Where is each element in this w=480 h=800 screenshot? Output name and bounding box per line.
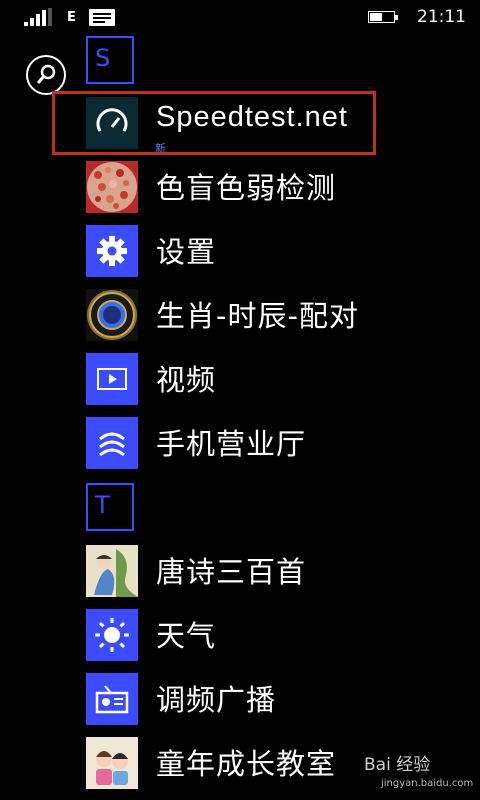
status-bar: E 21:11 bbox=[0, 0, 480, 34]
color-plate-icon bbox=[87, 162, 137, 212]
app-name: 色盲色弱检测 bbox=[156, 171, 337, 205]
radio-icon bbox=[95, 685, 129, 714]
app-item-video[interactable]: 视频 bbox=[86, 353, 466, 405]
kids-icon bbox=[86, 737, 138, 789]
app-tile bbox=[86, 225, 138, 277]
poetry-painting-icon bbox=[86, 545, 138, 597]
app-name: 手机营业厅 bbox=[156, 427, 307, 461]
app-name: 天气 bbox=[156, 619, 217, 653]
section-header-t[interactable]: T bbox=[86, 483, 134, 531]
watermark-url: jingyan.baidu.com bbox=[381, 778, 474, 789]
app-tile bbox=[86, 609, 138, 661]
app-name: 生肖-时辰-配对 bbox=[156, 299, 359, 333]
app-tile bbox=[86, 737, 138, 789]
app-item-settings[interactable]: 设置 bbox=[86, 225, 466, 277]
app-item-zodiac[interactable]: 生肖-时辰-配对 bbox=[86, 289, 466, 341]
app-tile bbox=[86, 161, 138, 213]
highlight-box bbox=[52, 91, 376, 155]
app-item-tang-poems[interactable]: 唐诗三百首 bbox=[86, 545, 466, 597]
app-tile bbox=[86, 353, 138, 405]
app-item-weather[interactable]: 天气 bbox=[86, 609, 466, 661]
app-tile bbox=[86, 417, 138, 469]
section-letter: S bbox=[95, 44, 111, 72]
app-name: 唐诗三百首 bbox=[156, 555, 307, 589]
section-header-s[interactable]: S bbox=[86, 36, 134, 84]
clock: 21:11 bbox=[417, 7, 466, 27]
app-name: 童年成长教室 bbox=[156, 747, 337, 781]
search-icon bbox=[36, 64, 56, 84]
search-button[interactable] bbox=[26, 55, 66, 95]
app-name: 设置 bbox=[156, 235, 217, 269]
watermark: Bai 经验 bbox=[364, 755, 431, 775]
app-name: 调频广播 bbox=[156, 683, 277, 717]
app-item-color-blind-test[interactable]: 色盲色弱检测 bbox=[86, 161, 466, 213]
app-tile bbox=[86, 673, 138, 725]
signal-strength-icon bbox=[24, 8, 52, 26]
app-tile bbox=[86, 545, 138, 597]
app-item-fm-radio[interactable]: 调频广播 bbox=[86, 673, 466, 725]
network-type: E bbox=[67, 10, 76, 25]
section-letter: T bbox=[95, 491, 110, 519]
app-name: 视频 bbox=[156, 363, 217, 397]
app-item-mobile-hall[interactable]: 手机营业厅 bbox=[86, 417, 466, 469]
gear-icon bbox=[97, 236, 127, 266]
app-tile bbox=[86, 289, 138, 341]
china-mobile-icon bbox=[99, 432, 125, 457]
message-icon bbox=[89, 9, 115, 26]
battery-icon bbox=[368, 11, 398, 23]
zodiac-wheel-icon bbox=[87, 290, 137, 340]
video-icon bbox=[97, 368, 127, 390]
sun-icon bbox=[95, 618, 129, 652]
